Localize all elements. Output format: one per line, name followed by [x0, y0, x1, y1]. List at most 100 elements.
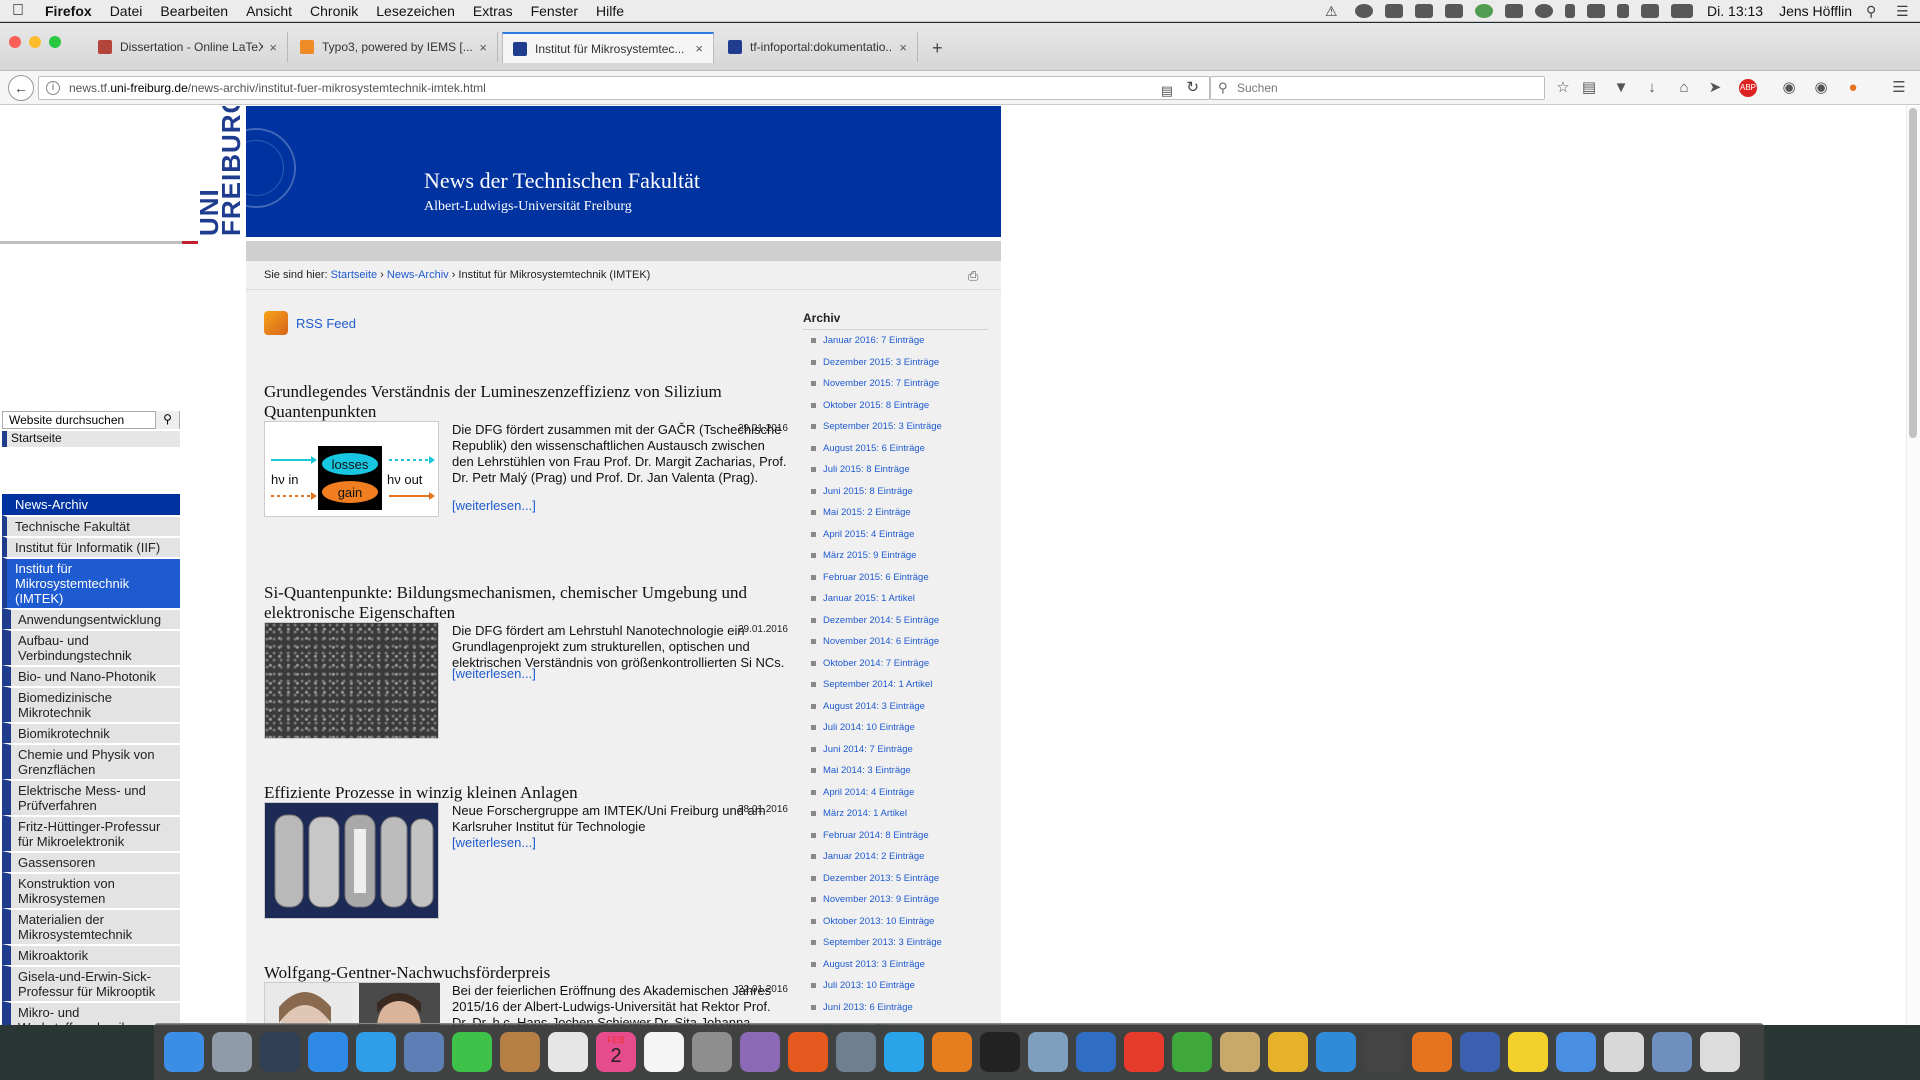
archive-link[interactable]: Januar 2014: 2 Einträge [803, 850, 988, 872]
menu-lesezeichen[interactable]: Lesezeichen [367, 3, 464, 19]
dock-app-icon[interactable] [1268, 1032, 1308, 1072]
tab-imtek[interactable]: Institut für Mikrosystemtec... × [502, 32, 714, 63]
dock-app-icon[interactable] [308, 1032, 348, 1072]
hamburger-menu-icon[interactable]: ☰ [1890, 79, 1908, 97]
article-thumbnail[interactable] [264, 802, 439, 919]
menu-app-name[interactable]: Firefox [36, 3, 101, 19]
url-bar[interactable]: i news.tf.uni-freiburg.de/news-archiv/in… [38, 76, 1210, 100]
article-thumbnail[interactable] [264, 622, 439, 739]
dock-app-icon[interactable] [1652, 1032, 1692, 1072]
print-icon[interactable]: ⎙ [968, 268, 978, 284]
dock-app-icon[interactable] [740, 1032, 780, 1072]
menu-fenster[interactable]: Fenster [522, 3, 587, 19]
dock-app-icon[interactable] [500, 1032, 540, 1072]
dock-app-icon[interactable] [1412, 1032, 1452, 1072]
archive-link[interactable]: November 2014: 6 Einträge [803, 635, 988, 657]
minimize-window-button[interactable] [29, 36, 41, 48]
dock-app-icon[interactable] [1028, 1032, 1068, 1072]
dock-app-icon[interactable] [1364, 1032, 1404, 1072]
archive-link[interactable]: April 2015: 4 Einträge [803, 528, 988, 550]
dock-app-icon[interactable] [836, 1032, 876, 1072]
tab-typo3[interactable]: Typo3, powered by IEMS [... × [290, 32, 498, 62]
dock-app-icon[interactable] [1316, 1032, 1356, 1072]
sidenav-item-technische-fakultaet[interactable]: Technische Fakultät [2, 515, 180, 536]
archive-link[interactable]: Juni 2014: 7 Einträge [803, 743, 988, 765]
archive-link[interactable]: Juli 2013: 10 Einträge [803, 979, 988, 1001]
dock-app-icon[interactable] [1556, 1032, 1596, 1072]
reload-icon[interactable]: ↻ [1186, 77, 1199, 99]
dock-app-icon[interactable] [212, 1032, 252, 1072]
sidenav-subitem[interactable]: Bio- und Nano-Photonik [2, 665, 180, 686]
chat-icon[interactable]: ◉ [1812, 79, 1830, 97]
dock-app-icon[interactable] [356, 1032, 396, 1072]
sidenav-item-iif[interactable]: Institut für Informatik (IIF) [2, 536, 180, 557]
read-more-link[interactable]: [weiterlesen...] [452, 835, 536, 850]
dock-app-icon[interactable] [980, 1032, 1020, 1072]
sidenav-subitem[interactable]: Fritz-Hüttinger-Professur für Mikroelekt… [2, 815, 180, 851]
archive-link[interactable]: Dezember 2014: 5 Einträge [803, 614, 988, 636]
archive-link[interactable]: September 2014: 1 Artikel [803, 678, 988, 700]
archive-link[interactable]: Dezember 2013: 5 Einträge [803, 872, 988, 894]
reading-list-icon[interactable]: ▤ [1580, 79, 1598, 97]
sidenav-subitem[interactable]: Konstruktion von Mikrosystemen [2, 872, 180, 908]
dropbox-icon[interactable] [1445, 4, 1464, 18]
spotlight-icon[interactable]: ⚲ [1866, 4, 1884, 18]
article-thumbnail[interactable] [264, 982, 440, 1025]
battery-meter-icon[interactable] [1505, 4, 1524, 18]
archive-link[interactable]: Oktober 2015: 8 Einträge [803, 399, 988, 421]
volume-icon[interactable] [1617, 4, 1630, 18]
bookmark-star-icon[interactable]: ☆ [1554, 79, 1572, 97]
site-search-magnifier-icon[interactable]: ⚲ [155, 411, 179, 429]
dock-app-icon[interactable] [932, 1032, 972, 1072]
dock-app-icon[interactable] [548, 1032, 588, 1072]
archive-link[interactable]: Februar 2014: 8 Einträge [803, 829, 988, 851]
text-input-icon[interactable] [1415, 4, 1434, 18]
sidenav-subitem[interactable]: Biomikrotechnik [2, 722, 180, 743]
battery-icon[interactable] [1671, 4, 1694, 18]
article-thumbnail[interactable]: hν in losses gain hν out [264, 421, 439, 517]
archive-link[interactable]: Mai 2014: 3 Einträge [803, 764, 988, 786]
close-window-button[interactable] [9, 36, 21, 48]
menu-chronik[interactable]: Chronik [301, 3, 367, 19]
wifi-icon[interactable] [1587, 4, 1606, 18]
read-more-link[interactable]: [weiterlesen...] [452, 498, 536, 513]
dock-app-icon[interactable] [1460, 1032, 1500, 1072]
firebug-icon[interactable]: ● [1844, 79, 1862, 97]
archive-link[interactable]: April 2014: 4 Einträge [803, 786, 988, 808]
sidenav-subitem[interactable]: Biomedizinische Mikrotechnik [2, 686, 180, 722]
article-title[interactable]: Si-Quantenpunkte: Bildungsmechanismen, c… [264, 583, 788, 623]
download-arrow-icon[interactable]: ↓ [1643, 79, 1661, 97]
dock-app-icon[interactable] [1700, 1032, 1740, 1072]
sidenav-subitem[interactable]: Aufbau- und Verbindungstechnik [2, 629, 180, 665]
close-tab-icon[interactable]: × [269, 40, 277, 55]
menu-extras[interactable]: Extras [464, 3, 522, 19]
close-tab-icon[interactable]: × [899, 40, 907, 55]
archive-link[interactable]: August 2015: 6 Einträge [803, 442, 988, 464]
tab-dissertation[interactable]: Dissertation - Online LaTeX... × [88, 32, 288, 62]
archive-link[interactable]: August 2014: 3 Einträge [803, 700, 988, 722]
display-icon[interactable] [1641, 4, 1660, 18]
archive-link[interactable]: Januar 2016: 7 Einträge [803, 334, 988, 356]
close-tab-icon[interactable]: × [695, 41, 703, 56]
status-icon[interactable] [1355, 4, 1374, 18]
site-info-icon[interactable]: i [46, 81, 60, 95]
archive-link[interactable]: Oktober 2013: 10 Einträge [803, 915, 988, 937]
dock-app-icon[interactable] [260, 1032, 300, 1072]
archive-link[interactable]: Februar 2015: 6 Einträge [803, 571, 988, 593]
dock-app-icon[interactable] [164, 1032, 204, 1072]
sidenav-subitem[interactable]: Elektrische Mess- und Prüfverfahren [2, 779, 180, 815]
reader-view-icon[interactable]: ▤ [1161, 80, 1173, 102]
sidenav-subitem[interactable]: Chemie und Physik von Grenzflächen [2, 743, 180, 779]
sidenav-subitem[interactable]: Mikroaktorik [2, 944, 180, 965]
archive-link[interactable]: Januar 2015: 1 Artikel [803, 592, 988, 614]
archive-link[interactable]: September 2015: 3 Einträge [803, 420, 988, 442]
dock-app-icon[interactable] [644, 1032, 684, 1072]
dock-app-icon[interactable] [692, 1032, 732, 1072]
archive-link[interactable]: Mai 2015: 2 Einträge [803, 506, 988, 528]
dock-app-icon[interactable] [1124, 1032, 1164, 1072]
archive-link[interactable]: Juli 2015: 8 Einträge [803, 463, 988, 485]
dock-app-icon[interactable] [1508, 1032, 1548, 1072]
close-tab-icon[interactable]: × [479, 40, 487, 55]
dock-app-icon[interactable] [884, 1032, 924, 1072]
dock-app-icon[interactable] [1220, 1032, 1260, 1072]
